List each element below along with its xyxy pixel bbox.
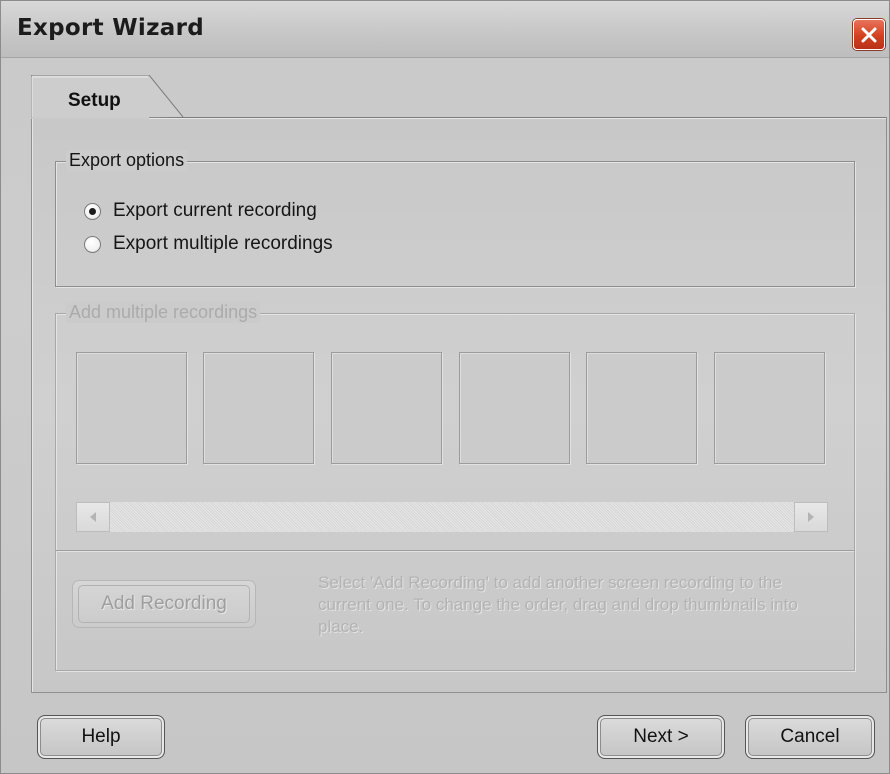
add-recording-button[interactable]: Add Recording [72,580,256,628]
radio-export-multiple-label: Export multiple recordings [113,233,333,254]
thumbnail-slot [331,352,442,464]
help-button[interactable]: Help [37,715,165,759]
thumbnail-slot [714,352,825,464]
radio-export-multiple[interactable]: Export multiple recordings [84,233,333,255]
arrow-left-icon [90,512,96,522]
close-icon [861,27,877,42]
export-wizard-window: Export Wizard Setup Export options Expor… [0,0,890,774]
tab-setup[interactable]: Setup [31,75,186,119]
cancel-button[interactable]: Cancel [745,715,875,759]
add-multiple-recordings-legend: Add multiple recordings [66,302,261,323]
add-recording-label: Add Recording [78,585,250,623]
export-options-legend: Export options [66,150,188,171]
radio-unchecked-icon[interactable] [84,235,101,253]
title-bar[interactable]: Export Wizard [1,1,889,58]
radio-checked-icon[interactable] [84,202,101,220]
thumbnail-slot [586,352,697,464]
tab-strip-line [184,117,885,118]
scroll-right-button[interactable] [794,502,828,532]
next-button[interactable]: Next > [597,715,725,759]
thumbnail-slot [76,352,187,464]
group-divider [56,550,854,551]
cancel-button-label: Cancel [780,726,840,747]
thumbnail-slot [203,352,314,464]
radio-export-current-label: Export current recording [113,200,317,221]
thumbnail-scrollbar[interactable] [76,502,828,532]
tab-setup-label: Setup [68,90,121,111]
scroll-left-button[interactable] [76,502,110,532]
add-recording-hint: Select 'Add Recording' to add another sc… [318,573,798,636]
add-multiple-recordings-group: Add multiple recordings Add Recording Se… [55,302,855,671]
arrow-right-icon [808,512,814,522]
help-button-label: Help [81,726,121,747]
close-button[interactable] [853,19,885,50]
window-title: Export Wizard [17,15,205,41]
radio-export-current[interactable]: Export current recording [84,200,317,222]
thumbnail-slot [459,352,570,464]
export-options-group: Export options Export current recording … [55,150,855,287]
next-button-label: Next > [633,726,689,747]
